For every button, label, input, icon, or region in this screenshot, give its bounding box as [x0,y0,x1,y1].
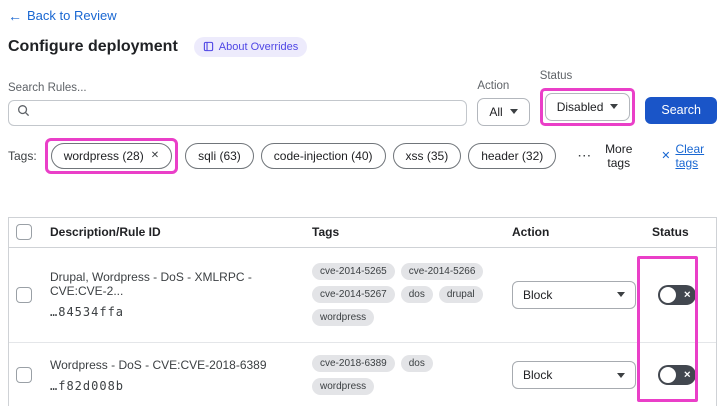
back-link-label: Back to Review [27,8,117,23]
tag-filter-header[interactable]: header (32) [468,142,557,169]
back-arrow-icon: ← [8,7,22,24]
rule-tags-cell: cve-2014-5265 cve-2014-5266 cve-2014-526… [312,263,512,326]
tag-filter-label: xss (35) [405,148,449,163]
clear-tags-link[interactable]: ✕ Clear tags [661,142,717,170]
table-row: Drupal, Wordpress - DoS - XMLRPC - CVE:C… [9,248,716,343]
toggle-x-icon: ✕ [683,369,691,380]
action-filter-dropdown[interactable]: All [477,97,530,126]
title-row: Configure deployment About Overrides [8,36,717,57]
row-checkbox[interactable] [16,286,32,303]
search-rules-label: Search Rules... [8,81,87,94]
tag-filter-code-injection[interactable]: code-injection (40) [260,142,386,169]
rule-tag: cve-2014-5266 [400,263,484,280]
action-select[interactable]: Block [512,280,636,309]
toggle-knob [660,286,676,303]
status-filter-dropdown[interactable]: Disabled [544,92,631,121]
rule-description: Drupal, Wordpress - DoS - XMLRPC - CVE:C… [50,270,252,298]
status-filter-group: Status Disabled [539,69,636,126]
action-filter-label: Action [477,79,510,92]
tag-filter-label: header (32) [481,148,544,163]
rule-tag: cve-2018-6389 [312,355,395,372]
more-tags-button[interactable]: ⋯ More tags [577,142,638,170]
chevron-down-icon [617,292,625,297]
rule-tag: dos [400,355,433,372]
rules-table: Description/Rule ID Tags Action Status D… [8,216,717,406]
tag-filter-xss[interactable]: xss (35) [392,142,462,169]
column-header-action: Action [512,225,550,239]
search-icon [17,104,30,122]
more-tags-label: More tags [605,141,633,170]
table-row: Wordpress - DoS - CVE:CVE-2018-6389 …f82… [9,343,716,406]
status-filter-highlight: Disabled [539,87,636,126]
action-select[interactable]: Block [512,361,636,389]
chevron-down-icon [617,372,625,378]
rule-tag: wordpress [312,309,375,326]
tag-filter-wordpress[interactable]: wordpress (28) ✕ [50,142,173,169]
rule-tag: drupal [438,286,483,303]
search-rules-box [8,99,468,126]
tag-filter-label: wordpress (28) [63,148,144,163]
rule-id: …84534ffa [50,305,125,319]
rule-description: Wordpress - DoS - CVE:CVE-2018-6389 [50,357,267,372]
remove-tag-icon[interactable]: ✕ [151,150,159,161]
search-rules-input[interactable] [36,105,459,120]
column-header-tags: Tags [312,225,340,239]
page-title: Configure deployment [8,37,178,55]
column-header-description: Description/Rule ID [50,225,161,239]
status-toggle[interactable]: ✕ [658,365,696,385]
rule-id: …f82d008b [50,378,125,393]
chevron-down-icon [509,109,518,114]
action-filter-group: Action All [477,79,530,126]
tags-bar: Tags: wordpress (28) ✕ sqli (63) code-in… [8,137,717,174]
tag-filter-label: code-injection (40) [273,148,373,163]
status-toggle[interactable]: ✕ [658,284,696,305]
about-overrides-label: About Overrides [218,40,299,53]
column-header-status: Status [652,225,689,239]
filter-bar: Search Rules... Action All Status Disabl… [8,70,717,126]
clear-tags-label: Clear tags [675,141,705,170]
toggle-x-icon: ✕ [683,289,691,299]
search-button[interactable]: Search [645,96,717,124]
search-rules-group: Search Rules... [8,81,468,126]
select-all-checkbox[interactable] [16,224,32,240]
about-overrides-badge[interactable]: About Overrides [193,36,308,57]
rule-description-cell: Drupal, Wordpress - DoS - XMLRPC - CVE:C… [50,270,312,319]
selected-tag-highlight: wordpress (28) ✕ [44,137,179,174]
action-filter-value: All [489,104,503,119]
tag-filter-label: sqli (63) [198,148,241,163]
status-filter-label: Status [539,69,573,82]
tag-filter-sqli[interactable]: sqli (63) [185,142,254,169]
action-select-value: Block [523,287,553,302]
row-checkbox[interactable] [16,367,32,383]
toggle-knob [660,367,676,383]
rule-tag: cve-2014-5267 [312,286,395,303]
chevron-down-icon [610,104,619,109]
configure-deployment-page: ← Back to Review Configure deployment Ab… [0,0,725,406]
status-filter-value: Disabled [556,99,604,114]
book-icon [203,41,214,52]
table-header-row: Description/Rule ID Tags Action Status [9,218,716,248]
clear-x-icon: ✕ [661,150,671,162]
rule-tag: wordpress [312,378,375,395]
back-to-review-link[interactable]: ← Back to Review [8,8,117,23]
action-select-value: Block [523,368,553,382]
rule-tag: cve-2014-5265 [312,263,395,280]
tags-bar-label: Tags: [8,148,37,163]
rule-tag: dos [400,286,433,303]
rule-description-cell: Wordpress - DoS - CVE:CVE-2018-6389 …f82… [50,358,312,393]
ellipsis-icon: ⋯ [577,147,593,163]
rule-tags-cell: cve-2018-6389 dos wordpress [312,355,512,395]
